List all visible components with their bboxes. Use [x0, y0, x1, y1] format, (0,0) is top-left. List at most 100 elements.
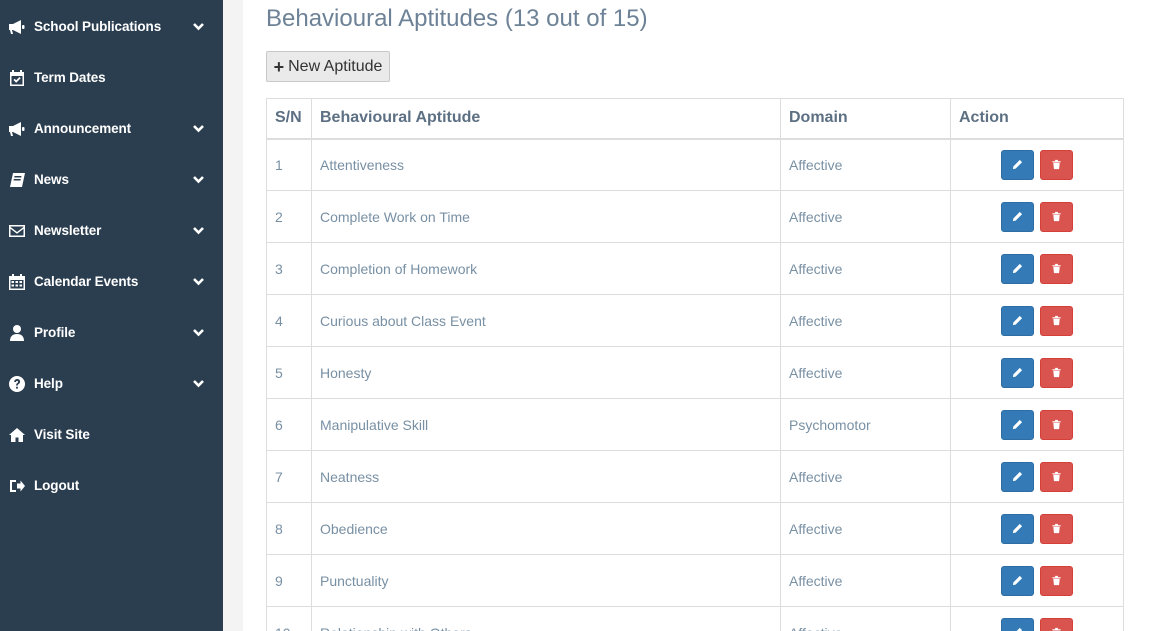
sidebar-item-label: Logout [34, 478, 80, 493]
row-domain: Affective [780, 242, 951, 295]
chevron-down-icon [192, 122, 205, 135]
row-aptitude: Neatness [311, 450, 781, 503]
row-sn: 2 [266, 190, 312, 243]
edit-button[interactable] [1001, 617, 1034, 631]
row-aptitude: Relationship with Others [311, 606, 781, 631]
sidebar-item-newsletter[interactable]: Newsletter [0, 205, 223, 256]
delete-button[interactable] [1040, 409, 1073, 440]
row-sn: 9 [266, 554, 312, 607]
delete-button[interactable] [1040, 357, 1073, 388]
sidebar-item-term-dates[interactable]: Term Dates [0, 52, 223, 103]
row-domain: Affective [780, 294, 951, 347]
row-sn: 6 [266, 398, 312, 451]
row-sn: 1 [266, 138, 312, 191]
row-sn: 10 [266, 606, 312, 631]
plus-icon: + [273, 56, 285, 77]
edit-button[interactable] [1001, 461, 1034, 492]
user-icon [8, 324, 26, 342]
edit-button[interactable] [1001, 305, 1034, 336]
sidebar: School Publications Term Dates Announcem… [0, 0, 223, 631]
sidebar-item-news[interactable]: News [0, 154, 223, 205]
row-aptitude: Obedience [311, 502, 781, 555]
column-header-domain: Domain [780, 98, 951, 140]
delete-button[interactable] [1040, 201, 1073, 232]
pencil-icon [1012, 575, 1023, 586]
sidebar-item-label: Profile [34, 325, 76, 340]
aptitudes-table: S/N Behavioural Aptitude Domain Action 1… [266, 98, 1124, 631]
edit-button[interactable] [1001, 513, 1034, 544]
row-actions [950, 138, 1124, 191]
trash-icon [1051, 367, 1062, 378]
table-row: 9 Punctuality Affective [266, 554, 1124, 607]
row-actions [950, 554, 1124, 607]
calendar-check-icon [8, 69, 26, 87]
sidebar-item-label: Newsletter [34, 223, 102, 238]
column-header-sn: S/N [266, 98, 312, 140]
trash-icon [1051, 419, 1062, 430]
content-gutter [223, 0, 243, 631]
pencil-icon [1012, 159, 1023, 170]
row-domain: Affective [780, 138, 951, 191]
table-row: 3 Completion of Homework Affective [266, 242, 1124, 295]
row-sn: 3 [266, 242, 312, 295]
delete-button[interactable] [1040, 513, 1073, 544]
delete-button[interactable] [1040, 305, 1073, 336]
sidebar-item-logout[interactable]: Logout [0, 460, 223, 511]
calendar-icon [8, 273, 26, 291]
trash-icon [1051, 159, 1062, 170]
row-sn: 5 [266, 346, 312, 399]
table-header-row: S/N Behavioural Aptitude Domain Action [266, 98, 1124, 140]
pencil-icon [1012, 419, 1023, 430]
row-actions [950, 190, 1124, 243]
sidebar-item-profile[interactable]: Profile [0, 307, 223, 358]
sidebar-item-visit-site[interactable]: Visit Site [0, 409, 223, 460]
row-aptitude: Manipulative Skill [311, 398, 781, 451]
chevron-down-icon [192, 224, 205, 237]
pencil-icon [1012, 263, 1023, 274]
delete-button[interactable] [1040, 565, 1073, 596]
edit-button[interactable] [1001, 149, 1034, 180]
row-domain: Affective [780, 554, 951, 607]
sidebar-item-calendar-events[interactable]: Calendar Events [0, 256, 223, 307]
sidebar-item-school-publications[interactable]: School Publications [0, 1, 223, 52]
trash-icon [1051, 471, 1062, 482]
pencil-icon [1012, 523, 1023, 534]
edit-button[interactable] [1001, 409, 1034, 440]
row-aptitude: Attentiveness [311, 138, 781, 191]
sidebar-item-announcement[interactable]: Announcement [0, 103, 223, 154]
table-row: 1 Attentiveness Affective [266, 138, 1124, 191]
row-domain: Psychomotor [780, 398, 951, 451]
edit-button[interactable] [1001, 253, 1034, 284]
trash-icon [1051, 627, 1062, 631]
book-icon [8, 171, 26, 189]
sidebar-item-label: Calendar Events [34, 274, 139, 289]
sidebar-item-label: Help [34, 376, 63, 391]
table-row: 8 Obedience Affective [266, 502, 1124, 555]
row-aptitude: Complete Work on Time [311, 190, 781, 243]
table-row: 5 Honesty Affective [266, 346, 1124, 399]
row-domain: Affective [780, 606, 951, 631]
edit-button[interactable] [1001, 357, 1034, 388]
chevron-down-icon [192, 20, 205, 33]
trash-icon [1051, 211, 1062, 222]
sidebar-item-help[interactable]: Help [0, 358, 223, 409]
table-row: 7 Neatness Affective [266, 450, 1124, 503]
pencil-icon [1012, 627, 1023, 631]
pencil-icon [1012, 211, 1023, 222]
home-icon [8, 426, 26, 444]
row-domain: Affective [780, 450, 951, 503]
edit-button[interactable] [1001, 201, 1034, 232]
delete-button[interactable] [1040, 461, 1073, 492]
trash-icon [1051, 315, 1062, 326]
delete-button[interactable] [1040, 617, 1073, 631]
delete-button[interactable] [1040, 253, 1073, 284]
delete-button[interactable] [1040, 149, 1073, 180]
table-row: 6 Manipulative Skill Psychomotor [266, 398, 1124, 451]
chevron-down-icon [192, 173, 205, 186]
new-aptitude-button[interactable]: + New Aptitude [266, 51, 390, 82]
edit-button[interactable] [1001, 565, 1034, 596]
pencil-icon [1012, 367, 1023, 378]
sidebar-item-label: Term Dates [34, 70, 106, 85]
bullhorn-icon [8, 120, 26, 138]
table-row: 4 Curious about Class Event Affective [266, 294, 1124, 347]
